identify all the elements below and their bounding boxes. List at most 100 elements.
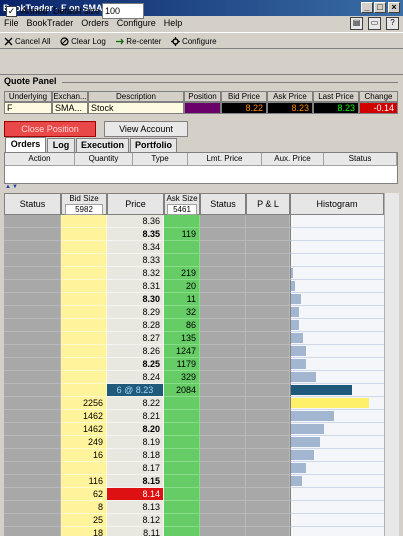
bid-size-cell[interactable] [61, 293, 107, 306]
price-cell[interactable]: 8.35 [107, 228, 164, 241]
ask-size-cell[interactable] [164, 241, 200, 254]
price-cell[interactable]: 8.26 [107, 345, 164, 358]
bid-status-cell[interactable] [4, 527, 61, 536]
bid-status-cell[interactable] [4, 319, 61, 332]
ask-size-cell[interactable] [164, 527, 200, 536]
bid-status-cell[interactable] [4, 332, 61, 345]
ask-status-cell[interactable] [200, 293, 246, 306]
orders-col-type[interactable]: Type [133, 153, 188, 166]
bid-size-cell[interactable]: 2256 [61, 397, 107, 410]
ask-size-cell[interactable] [164, 488, 200, 501]
orders-col-aux-price[interactable]: Aux. Price [262, 153, 324, 166]
bid-status-cell[interactable] [4, 462, 61, 475]
price-cell[interactable]: 8.13 [107, 501, 164, 514]
bid-size-cell[interactable]: 62 [61, 488, 107, 501]
ask-size-cell[interactable] [164, 449, 200, 462]
orders-col-lmt-price[interactable]: Lmt. Price [188, 153, 262, 166]
bid-size-cell[interactable]: 8 [61, 501, 107, 514]
price-cell[interactable]: 8.14 [107, 488, 164, 501]
bid-status-cell[interactable] [4, 475, 61, 488]
qp-underlying[interactable]: F [4, 102, 52, 114]
bid-status-cell[interactable] [4, 345, 61, 358]
cancel-all-button[interactable]: Cancel All [4, 33, 51, 50]
menu-booktrader[interactable]: BookTrader [23, 16, 78, 31]
ask-size-cell[interactable]: 32 [164, 306, 200, 319]
ask-status-cell[interactable] [200, 241, 246, 254]
bid-size-cell[interactable]: 16 [61, 449, 107, 462]
ask-status-cell[interactable] [200, 514, 246, 527]
ask-size-cell[interactable] [164, 254, 200, 267]
bid-status-cell[interactable] [4, 254, 61, 267]
bid-size-cell[interactable]: 116 [61, 475, 107, 488]
orders-col-quantity[interactable]: Quantity [75, 153, 133, 166]
ask-status-cell[interactable] [200, 267, 246, 280]
recenter-button[interactable]: Re-center [115, 33, 161, 50]
menu-file[interactable]: File [0, 16, 23, 31]
ask-status-cell[interactable] [200, 345, 246, 358]
ladder-header-price[interactable]: Price [107, 193, 164, 215]
clear-log-button[interactable]: Clear Log [60, 33, 106, 50]
bid-status-cell[interactable] [4, 436, 61, 449]
bid-status-cell[interactable] [4, 306, 61, 319]
ask-status-cell[interactable] [200, 475, 246, 488]
bid-size-cell[interactable] [61, 254, 107, 267]
price-cell[interactable]: 8.32 [107, 267, 164, 280]
bid-status-cell[interactable] [4, 358, 61, 371]
bid-size-cell[interactable] [61, 384, 107, 397]
ask-size-cell[interactable] [164, 410, 200, 423]
bid-size-cell[interactable]: 18 [61, 527, 107, 536]
ask-status-cell[interactable] [200, 397, 246, 410]
price-cell[interactable]: 8.18 [107, 449, 164, 462]
ask-size-cell[interactable]: 135 [164, 332, 200, 345]
armed-checkbox[interactable]: ✓ [6, 6, 17, 17]
bid-size-cell[interactable] [61, 306, 107, 319]
bid-size-cell[interactable] [61, 280, 107, 293]
bid-status-cell[interactable] [4, 241, 61, 254]
ask-size-cell[interactable] [164, 436, 200, 449]
maximize-button[interactable]: □ [374, 2, 386, 13]
bid-size-cell[interactable]: 25 [61, 514, 107, 527]
ask-size-cell[interactable]: 11 [164, 293, 200, 306]
tab-execution[interactable]: Execution [76, 138, 129, 152]
bid-size-cell[interactable] [61, 358, 107, 371]
bid-status-cell[interactable] [4, 423, 61, 436]
ask-status-cell[interactable] [200, 332, 246, 345]
price-cell[interactable]: 8.30 [107, 293, 164, 306]
default-size-input[interactable]: 100 [102, 3, 144, 19]
bid-status-cell[interactable] [4, 228, 61, 241]
ask-status-cell[interactable] [200, 319, 246, 332]
price-cell[interactable]: 8.33 [107, 254, 164, 267]
ask-status-cell[interactable] [200, 280, 246, 293]
price-cell[interactable]: 8.21 [107, 410, 164, 423]
bid-size-cell[interactable] [61, 319, 107, 332]
splitter-up-icon[interactable]: ▲ [5, 184, 11, 190]
price-cell[interactable]: 8.31 [107, 280, 164, 293]
bid-status-cell[interactable] [4, 514, 61, 527]
bid-size-cell[interactable]: 1462 [61, 410, 107, 423]
help-icon[interactable]: ? [386, 17, 399, 30]
bid-status-cell[interactable] [4, 384, 61, 397]
ask-status-cell[interactable] [200, 384, 246, 397]
price-cell[interactable]: 8.11 [107, 527, 164, 536]
configure-button[interactable]: Configure [170, 33, 217, 50]
price-cell[interactable]: 8.27 [107, 332, 164, 345]
ask-size-cell[interactable] [164, 423, 200, 436]
ask-status-cell[interactable] [200, 449, 246, 462]
bid-status-cell[interactable] [4, 215, 61, 228]
vertical-scrollbar[interactable] [384, 193, 399, 536]
ask-status-cell[interactable] [200, 371, 246, 384]
print-icon[interactable]: ▤ [350, 17, 363, 30]
bid-size-cell[interactable]: 249 [61, 436, 107, 449]
ask-size-cell[interactable]: 1247 [164, 345, 200, 358]
bid-status-cell[interactable] [4, 371, 61, 384]
bid-size-cell[interactable] [61, 241, 107, 254]
ladder-header-status[interactable]: Status [4, 193, 61, 215]
bid-size-cell[interactable] [61, 332, 107, 345]
ask-size-cell[interactable]: 2084 [164, 384, 200, 397]
ask-status-cell[interactable] [200, 501, 246, 514]
bid-size-cell[interactable] [61, 462, 107, 475]
splitter-down-icon[interactable]: ▼ [12, 184, 18, 190]
ask-size-cell[interactable] [164, 462, 200, 475]
bid-size-cell[interactable] [61, 228, 107, 241]
ask-status-cell[interactable] [200, 254, 246, 267]
